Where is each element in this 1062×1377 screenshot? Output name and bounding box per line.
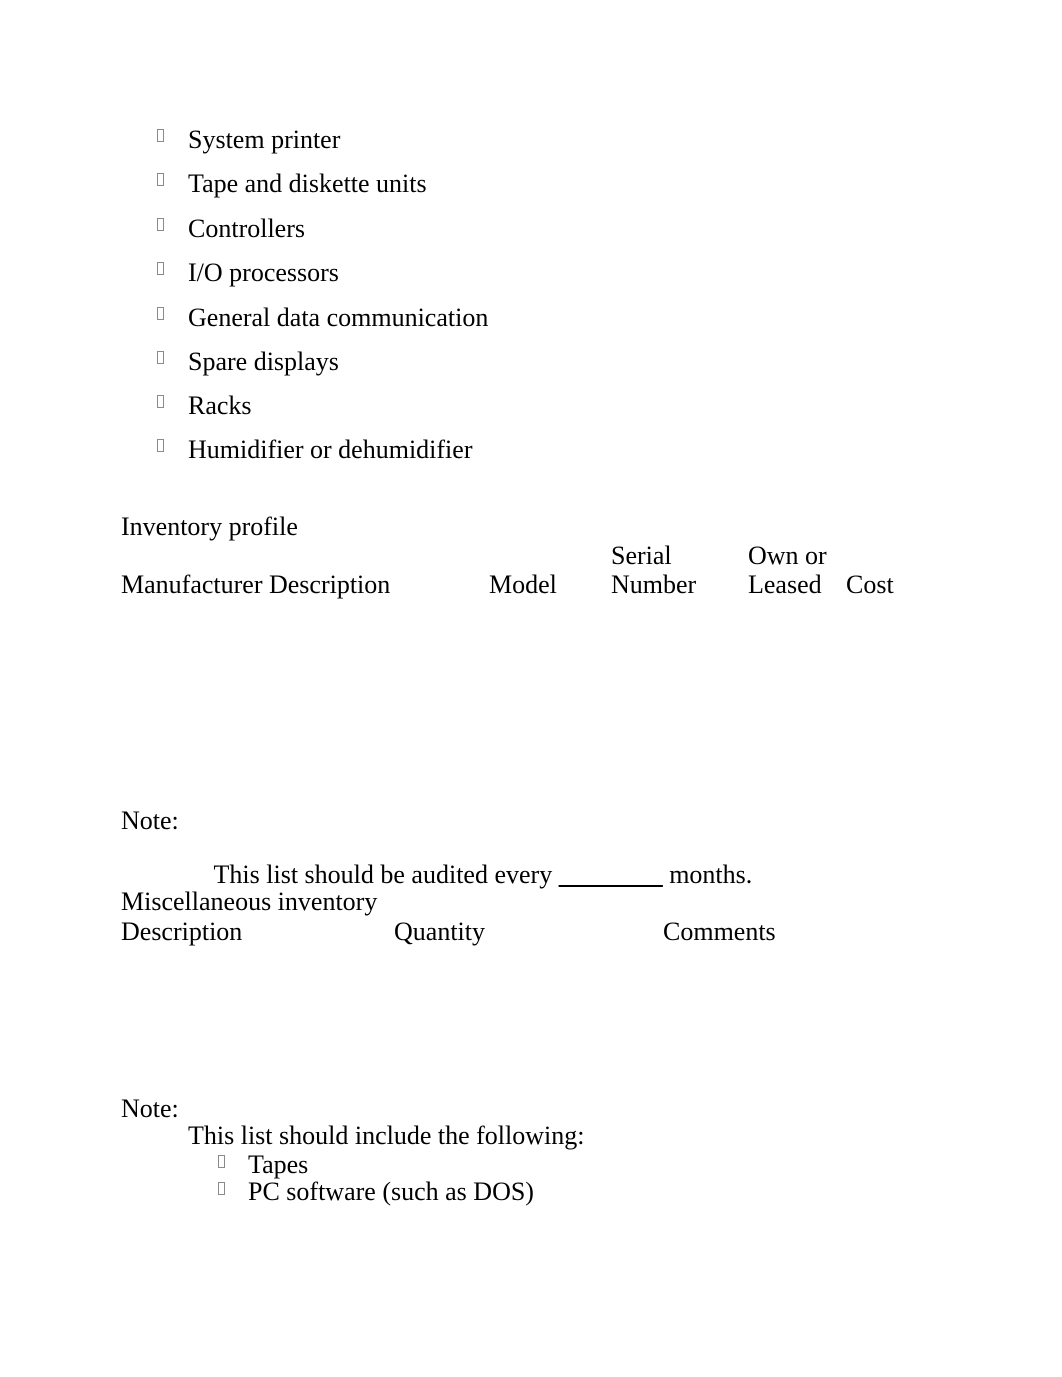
tofu-box-bullet-icon xyxy=(218,1182,225,1195)
list-item-label: System printer xyxy=(188,125,341,154)
note-audit-blank: ________ xyxy=(558,860,663,889)
list-item-label: Tapes xyxy=(248,1150,309,1179)
list-item-label: PC software (such as DOS) xyxy=(248,1177,534,1206)
tofu-box-bullet-icon xyxy=(218,1155,225,1168)
list-item-label: Tape and diskette units xyxy=(188,169,427,198)
tofu-box-bullet-icon xyxy=(157,307,164,320)
tofu-box-bullet-icon xyxy=(157,439,164,452)
list-item-label: Spare displays xyxy=(188,347,339,376)
column-header-comments: Comments xyxy=(663,917,776,946)
note-audit-label: Note: xyxy=(121,806,179,835)
tofu-box-bullet-icon xyxy=(157,351,164,364)
inventory-profile-fill-in-area xyxy=(121,605,921,800)
list-item: Humidifier or dehumidifier xyxy=(0,437,472,541)
list-item: PC software (such as DOS) xyxy=(0,1179,534,1283)
column-header-own-or-leased-line2: Leased xyxy=(748,570,822,599)
note-audit-text-after: months. xyxy=(662,860,753,889)
column-header-manufacturer-description: Manufacturer Description xyxy=(121,570,391,599)
column-header-cost: Cost xyxy=(846,570,894,599)
tofu-box-bullet-icon xyxy=(157,129,164,142)
column-header-serial-number-line1: Serial xyxy=(611,541,672,570)
tofu-box-bullet-icon xyxy=(157,395,164,408)
column-header-model: Model xyxy=(489,570,557,599)
column-header-quantity: Quantity xyxy=(394,917,485,946)
miscellaneous-inventory-fill-in-area xyxy=(121,952,921,1092)
tofu-box-bullet-icon xyxy=(157,173,164,186)
miscellaneous-inventory-heading: Miscellaneous inventory xyxy=(121,887,378,916)
document-page: System printer Tape and diskette units C… xyxy=(0,0,1062,1377)
list-item-label: Racks xyxy=(188,391,252,420)
note-include-label: Note: xyxy=(121,1094,179,1123)
list-item-label: I/O processors xyxy=(188,258,339,287)
column-header-serial-number-line2: Number xyxy=(611,570,697,599)
column-header-description: Description xyxy=(121,917,243,946)
note-audit-text-before: This list should be audited every xyxy=(213,860,559,889)
tofu-box-bullet-icon xyxy=(157,262,164,275)
note-include-text: This list should include the following: xyxy=(188,1121,585,1150)
list-item-label: Controllers xyxy=(188,214,305,243)
inventory-profile-heading: Inventory profile xyxy=(121,512,298,541)
tofu-box-bullet-icon xyxy=(157,218,164,231)
list-item-label: General data communication xyxy=(188,303,489,332)
list-item-label: Humidifier or dehumidifier xyxy=(188,435,473,464)
column-header-own-or-leased-line1: Own or xyxy=(748,541,827,570)
